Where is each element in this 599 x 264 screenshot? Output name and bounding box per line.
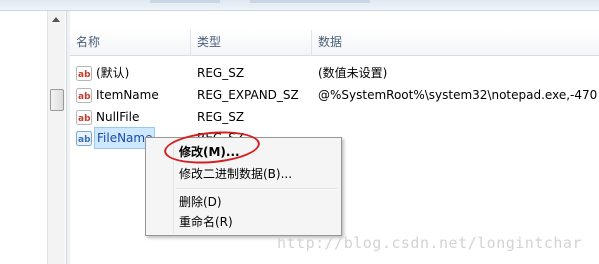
menu-item-rename[interactable]: 重命名(R) [148, 211, 337, 233]
value-type: REG_SZ [197, 110, 245, 124]
watermark: http://blog.csdn.net/longintchar [277, 234, 582, 252]
top-strip-fragment [250, 0, 370, 3]
value-data: (数值未设置) [318, 66, 388, 80]
string-value-ab-icon: ab [76, 66, 92, 81]
value-name: NullFile [96, 110, 140, 124]
top-strip-fragment [150, 0, 220, 3]
list-header: 名称 类型 数据 [70, 30, 599, 56]
scroll-up-arrow-icon[interactable] [52, 17, 60, 22]
value-name: (默认) [96, 66, 130, 80]
column-header-data[interactable]: 数据 [312, 30, 599, 55]
value-data: @%SystemRoot%\system32\notepad.exe,-470 [318, 88, 598, 102]
menu-item-modify-binary[interactable]: 修改二进制数据(B)... [148, 163, 337, 185]
svg-text:ab: ab [78, 70, 91, 80]
value-row[interactable]: ab NullFile REG_SZ [70, 107, 599, 129]
svg-text:ab: ab [78, 92, 91, 102]
tree-scrollbar[interactable] [47, 11, 65, 264]
value-row[interactable]: ab ItemName REG_EXPAND_SZ @%SystemRoot%\… [70, 85, 599, 107]
value-name: ItemName [96, 88, 159, 102]
menu-item-delete[interactable]: 删除(D) [148, 191, 337, 213]
column-header-type[interactable]: 类型 [191, 30, 312, 55]
string-value-ab-icon: ab [76, 131, 92, 146]
column-header-name[interactable]: 名称 [70, 30, 191, 55]
menu-separator [176, 188, 337, 190]
scrollbar-thumb[interactable] [50, 89, 64, 111]
value-type: REG_EXPAND_SZ [197, 88, 299, 102]
value-row[interactable]: ab (默认) REG_SZ (数值未设置) [70, 63, 599, 85]
value-type: REG_SZ [197, 66, 245, 80]
string-value-ab-icon: ab [76, 110, 92, 125]
svg-text:ab: ab [78, 114, 91, 124]
window-top-strip [0, 0, 599, 11]
string-value-ab-icon: ab [76, 88, 92, 103]
svg-text:ab: ab [78, 135, 91, 145]
